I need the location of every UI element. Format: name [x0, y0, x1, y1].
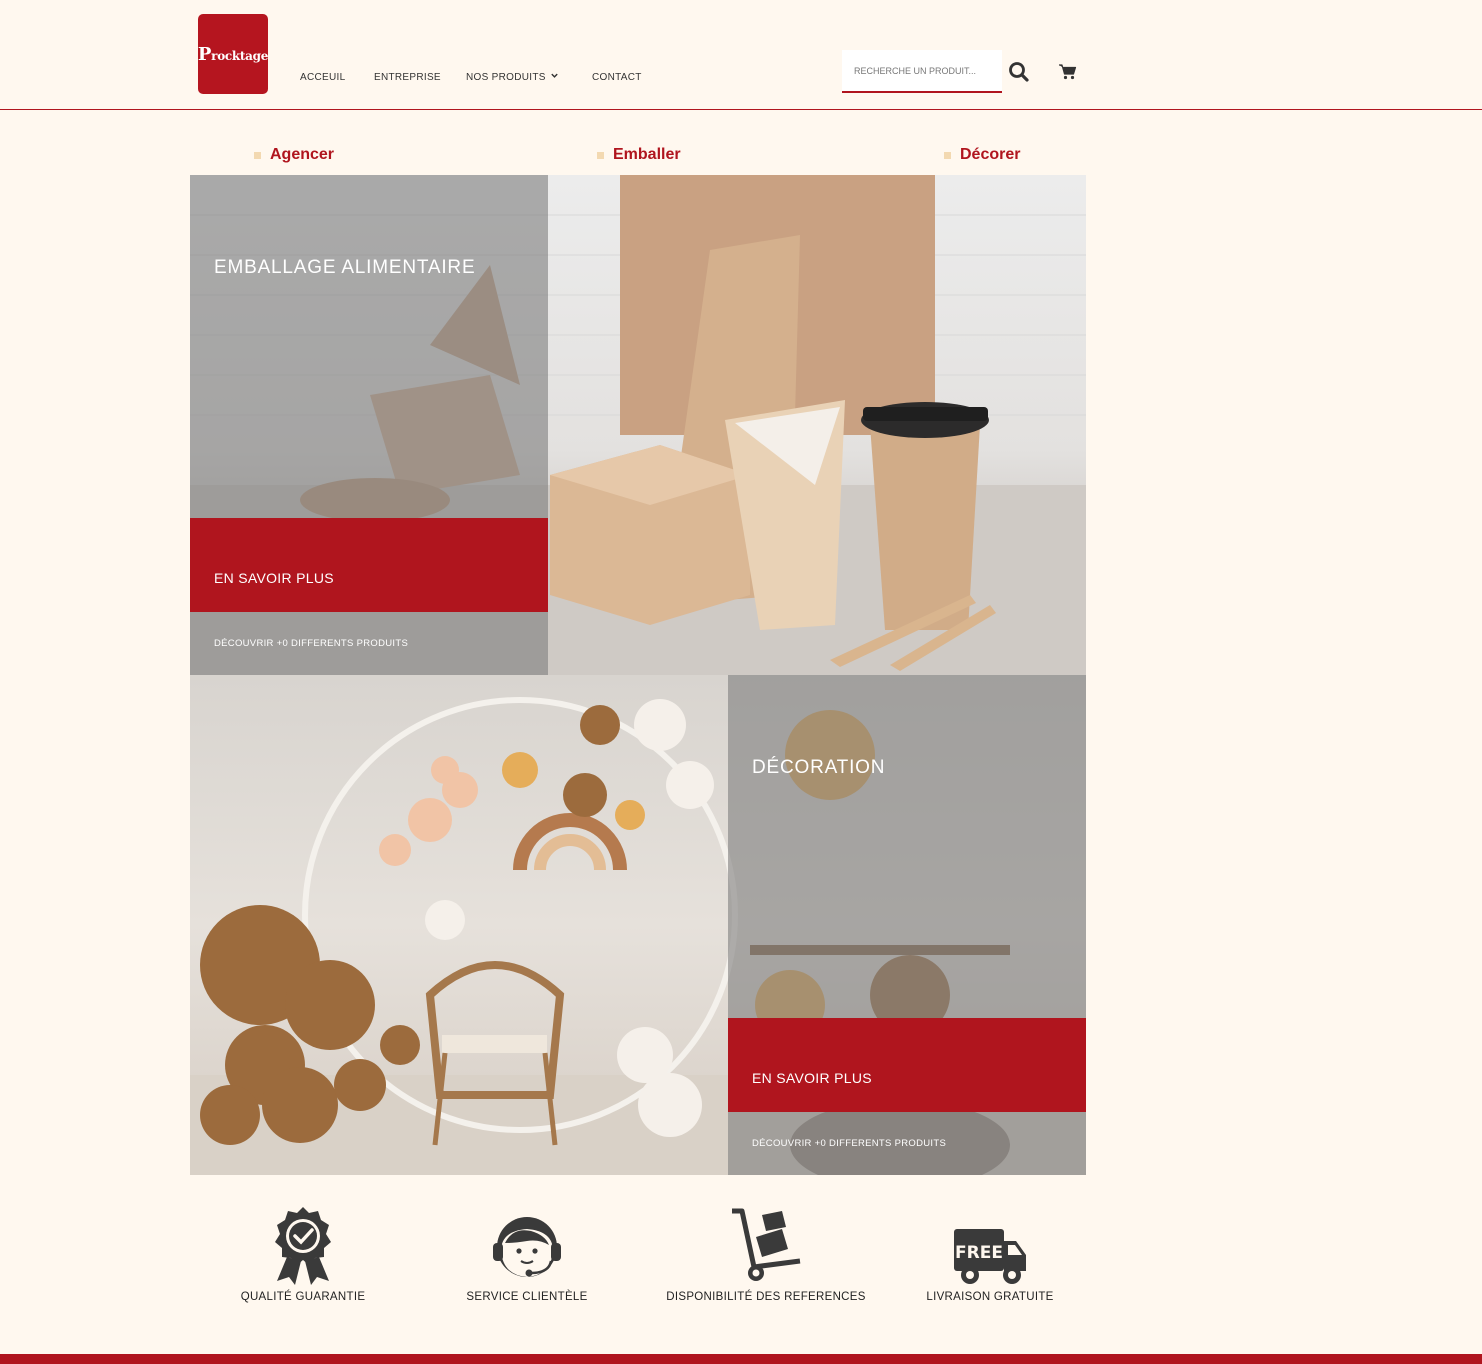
tile-subtitle: DÉCOUVRIR +0 DIFFERENTS PRODUITS — [752, 1138, 947, 1149]
nav-accueil[interactable]: ACCEUIL — [300, 72, 345, 83]
category-emballer[interactable]: Emballer — [597, 146, 681, 164]
footer-bar — [0, 1354, 1482, 1364]
category-agencer[interactable]: Agencer — [254, 146, 334, 164]
en-savoir-plus-button[interactable]: EN SAVOIR PLUS — [728, 1018, 1086, 1112]
cart-icon[interactable] — [1058, 62, 1078, 82]
bullet-square-icon — [944, 151, 951, 159]
en-savoir-plus-button[interactable]: EN SAVOIR PLUS — [190, 518, 548, 612]
category-label: Décorer — [960, 146, 1021, 163]
feature-label: SERVICE CLIENTÈLE — [466, 1291, 588, 1303]
headset-agent-icon — [422, 1205, 632, 1287]
cta-label: EN SAVOIR PLUS — [752, 1070, 872, 1086]
tile-emballage-alimentaire[interactable]: EMBALLAGE ALIMENTAIRE EN SAVOIR PLUS DÉC… — [190, 175, 1086, 675]
nav-contact[interactable]: CONTACT — [592, 72, 642, 83]
nav-nos-produits-label: NOS PRODUITS — [466, 72, 546, 83]
tile-decoration[interactable]: DÉCORATION EN SAVOIR PLUS DÉCOUVRIR +0 D… — [190, 675, 1086, 1175]
category-overlay-panel: DÉCORATION EN SAVOIR PLUS DÉCOUVRIR +0 D… — [728, 675, 1086, 1175]
cta-label: EN SAVOIR PLUS — [214, 570, 334, 586]
brand-logo[interactable]: Procktage — [198, 14, 268, 94]
feature-service-client: SERVICE CLIENTÈLE — [422, 1205, 632, 1303]
category-label: Agencer — [270, 146, 335, 163]
feature-qualite: QUALITÉ GUARANTIE — [198, 1205, 408, 1303]
category-label: Emballer — [613, 146, 681, 163]
svg-text:FREE: FREE — [955, 1243, 1003, 1263]
nav-nos-produits[interactable]: NOS PRODUITS — [466, 72, 559, 83]
feature-label: QUALITÉ GUARANTIE — [240, 1291, 366, 1303]
tile-title: DÉCORATION — [752, 757, 886, 778]
award-badge-icon — [198, 1205, 408, 1287]
logo-text: Procktage — [197, 43, 269, 65]
bullet-square-icon — [254, 151, 261, 159]
category-overlay-panel: EMBALLAGE ALIMENTAIRE EN SAVOIR PLUS DÉC… — [190, 175, 548, 675]
feature-livraison: FREE LIVRAISON GRATUITE — [885, 1205, 1095, 1303]
feature-disponibilite: DISPONIBILITÉ DES REFERENCES — [661, 1205, 871, 1303]
category-decorer[interactable]: Décorer — [944, 146, 1020, 164]
feature-label: LIVRAISON GRATUITE — [926, 1291, 1054, 1303]
tile-title: EMBALLAGE ALIMENTAIRE — [214, 257, 476, 278]
free-delivery-truck-icon: FREE — [885, 1205, 1095, 1287]
site-header: Procktage ACCEUIL ENTREPRISE NOS PRODUIT… — [0, 0, 1482, 110]
hand-truck-icon — [661, 1205, 871, 1287]
search-input[interactable] — [842, 50, 1002, 93]
bullet-square-icon — [597, 151, 604, 159]
feature-label: DISPONIBILITÉ DES REFERENCES — [666, 1291, 866, 1303]
nav-entreprise[interactable]: ENTREPRISE — [374, 72, 441, 83]
search-icon[interactable] — [1008, 61, 1030, 83]
tile-subtitle: DÉCOUVRIR +0 DIFFERENTS PRODUITS — [214, 638, 409, 649]
chevron-down-icon — [550, 71, 559, 82]
